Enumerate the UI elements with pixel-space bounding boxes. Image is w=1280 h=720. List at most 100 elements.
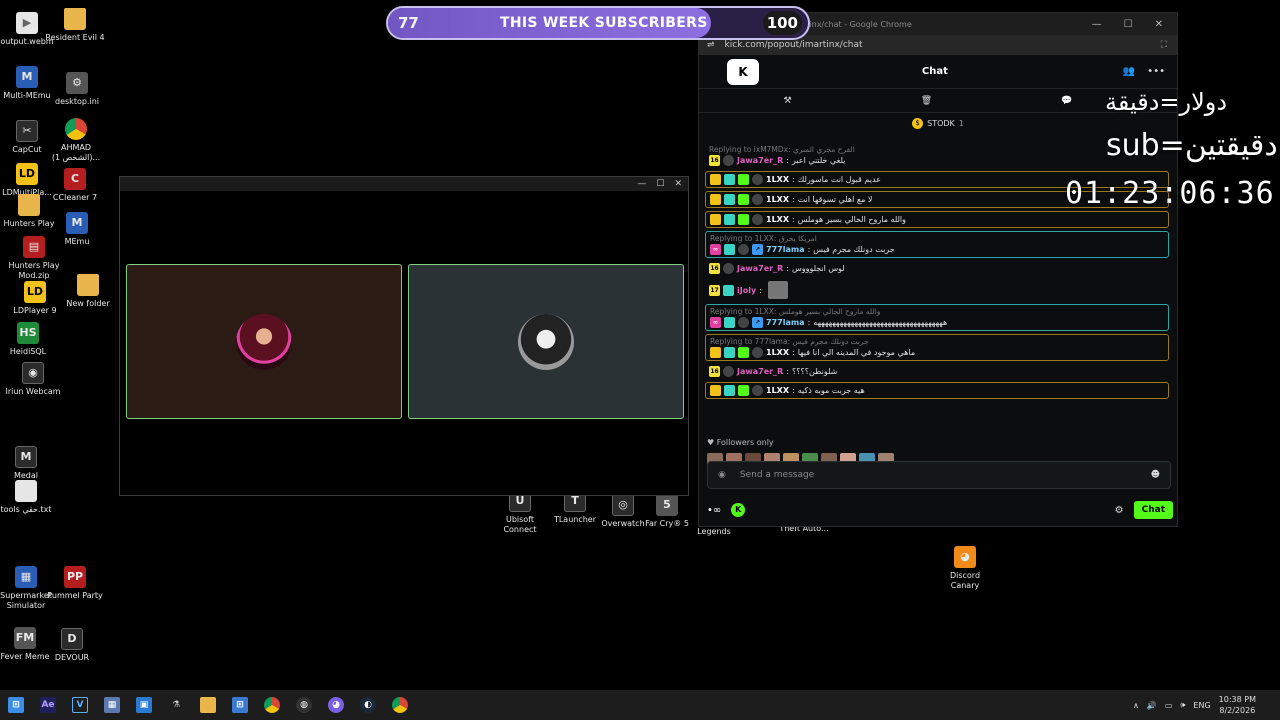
maximize-icon[interactable]: ☐ <box>1124 19 1133 30</box>
chat-text: هيه جربت موبه ذكيه <box>797 386 865 395</box>
chat-message[interactable]: Replying to 1LXX: امريكا يحرق ∞ ↗ 777lama:… <box>705 231 1169 258</box>
pink-badge-icon: ∞ <box>710 244 721 255</box>
clock-time: 10:38 PM <box>1218 695 1256 704</box>
desktop-icon-ldplayer[interactable]: LD LDPlayer 9 <box>5 281 65 316</box>
chat-username[interactable]: Jawa7er_R <box>737 367 783 376</box>
chat-message[interactable]: 16 Jawa7er_R: لوس انجلوووس <box>705 261 1169 276</box>
crown-badge-icon <box>710 385 721 396</box>
desktop-icon-medal[interactable]: M Medal <box>0 446 56 481</box>
network-icon[interactable]: ▭ <box>1165 701 1173 710</box>
desktop-icon-legends[interactable]: Legends <box>684 527 744 537</box>
chat-text: هههههههههههههههههههههههههههههههههههه <box>813 318 948 327</box>
gear-icon[interactable]: ⚙ <box>1115 505 1124 516</box>
input-placeholder[interactable]: Send a message <box>740 470 814 480</box>
subscriber-badge: 16 <box>709 155 720 166</box>
discord-icon: ◕ <box>328 697 344 713</box>
desktop-icon-ahmad[interactable]: AHMAD (الشخص 1)... <box>46 118 106 163</box>
url-text[interactable]: kick.com/popout/imartinx/chat <box>725 40 863 50</box>
wrench-icon: ⚗ <box>171 700 181 710</box>
desktop-icon-pummel[interactable]: PP Pummel Party <box>45 566 105 601</box>
desktop-icon-heidisql[interactable]: HS HeidiSQL <box>0 322 58 357</box>
desktop-icon-farcry[interactable]: 5 Far Cry® 5 <box>637 494 697 529</box>
subscriber-badge: 16 <box>709 366 720 377</box>
chat-username[interactable]: 1LXX <box>766 386 789 395</box>
taskbar-window[interactable]: ▣ <box>128 690 160 720</box>
speaker-icon[interactable]: 🕪 <box>1180 700 1185 710</box>
clock[interactable]: 10:38 PM 8/2/2026 <box>1219 694 1256 716</box>
chat-message[interactable]: Replying to ixM7MDx: الفرح مجري المنري 1… <box>705 143 1169 168</box>
taskbar-chrome-2[interactable] <box>384 690 416 720</box>
minimize-icon[interactable]: — <box>1092 19 1102 30</box>
desktop-icon-iriun[interactable]: ◉ Iriun Webcam <box>3 362 63 397</box>
users-icon[interactable]: 👥 <box>1123 66 1135 77</box>
hammer-icon[interactable]: ⚒ <box>784 96 792 106</box>
chat-message[interactable]: 16 Jawa7er_R: شلونطن؟؟؟؟ <box>705 364 1169 379</box>
more-options-icon[interactable]: ••• <box>1147 66 1165 77</box>
chat-username[interactable]: 1LXX <box>766 215 789 224</box>
emoji-icon[interactable]: ☻ <box>1151 470 1160 480</box>
start-button[interactable]: ⊞ <box>0 690 32 720</box>
chrome-icon <box>65 118 87 140</box>
taskbar-after-effects[interactable]: Ae <box>32 690 64 720</box>
desktop-icon-resident[interactable]: Resident Evil 4 <box>45 8 105 43</box>
chat-send-button[interactable]: Chat <box>1133 501 1173 519</box>
grid-badge-icon <box>723 284 734 296</box>
chat-message[interactable]: 1LXX: هيه جربت موبه ذكيه <box>705 382 1169 399</box>
translate-icon[interactable]: ⛶ <box>1161 40 1167 50</box>
desktop-icon-discord[interactable]: ◕ Discord Canary <box>935 546 995 591</box>
reply-context: Replying to 777lama: جربت دونلك مجرم فيس <box>710 337 869 346</box>
chat-username[interactable]: 1LXX <box>766 175 789 184</box>
close-icon[interactable]: ✕ <box>1155 19 1163 30</box>
desktop-icon-memu[interactable]: M MEmu <box>47 212 107 247</box>
taskbar-tool[interactable]: ⚗ <box>160 690 192 720</box>
crown-badge-icon <box>710 174 721 185</box>
chevron-up-icon[interactable]: ∧ <box>1133 701 1139 710</box>
chat-message[interactable]: Replying to 777lama: جربت دونلك مجرم فيس… <box>705 334 1169 361</box>
maximize-icon[interactable]: ☐ <box>656 179 664 189</box>
chat-message[interactable]: Replying to 1LXX: والله ماروح الحالي بسي… <box>705 304 1169 331</box>
kick-rewards-icon[interactable]: K <box>731 503 746 517</box>
user-avatar <box>738 244 749 255</box>
fever-meme-icon: FM <box>14 627 36 649</box>
chat-username[interactable]: Jawa7er_R <box>737 156 783 165</box>
taskbar-obs[interactable]: ◍ <box>288 690 320 720</box>
language-indicator[interactable]: ENG <box>1193 701 1210 710</box>
chat-username[interactable]: 1LXX <box>766 195 789 204</box>
chat-username[interactable]: 777lama <box>766 318 805 327</box>
chrome-icon <box>264 697 280 713</box>
desktop-icon-newfolder[interactable]: New folder <box>58 274 118 309</box>
minimize-icon[interactable]: — <box>637 179 646 189</box>
chat-title: Chat <box>921 66 948 77</box>
chat-username[interactable]: iJoly <box>737 286 756 295</box>
devour-icon: D <box>61 628 83 650</box>
desktop-icon-ccleaner[interactable]: C CCleaner 7 <box>45 168 105 203</box>
taskbar-discord[interactable]: ◕ <box>320 690 352 720</box>
chat-text: شلونطن؟؟؟؟ <box>791 367 838 376</box>
participant-tile-2[interactable] <box>408 264 684 419</box>
taskbar-steam[interactable]: ◐ <box>352 690 384 720</box>
participant-tile-1[interactable] <box>126 264 402 419</box>
taskbar-store[interactable]: ⊞ <box>224 690 256 720</box>
chat-username[interactable]: Jawa7er_R <box>737 264 783 273</box>
chat-username[interactable]: 777lama <box>766 245 805 254</box>
chat-message[interactable]: 17 iJoly: <box>705 279 1169 301</box>
message-input[interactable]: ◉ Send a message ☻ <box>707 461 1171 489</box>
kicks-icon[interactable]: •∞ <box>707 505 721 516</box>
chat-message[interactable]: 1LXX: والله ماروح الحالي بسير هوملس <box>705 211 1169 228</box>
chat-bubble-icon[interactable]: 💬 <box>1061 96 1072 106</box>
grid-badge-icon <box>724 347 735 358</box>
desktop-icon-ubisoft[interactable]: U Ubisoft Connect <box>490 490 550 535</box>
volume-icon[interactable]: 🔊 <box>1147 701 1157 710</box>
desktop-icon-desktopini[interactable]: ⚙ desktop.ini <box>47 72 107 107</box>
taskbar-chrome[interactable] <box>256 690 288 720</box>
goal-title: THIS WEEK SUBSCRIBERS <box>500 15 708 31</box>
chat-username[interactable]: 1LXX <box>766 348 789 357</box>
taskbar-file-explorer[interactable] <box>192 690 224 720</box>
desktop-icon-devour[interactable]: D DEVOUR <box>42 628 102 663</box>
trash-icon[interactable]: 🗑 <box>921 96 932 106</box>
site-info-icon[interactable]: ⇌ <box>707 40 715 50</box>
desktop-icon-tools[interactable]: tools حقي.txt <box>0 480 56 515</box>
taskbar-calculator[interactable]: ▦ <box>96 690 128 720</box>
close-icon[interactable]: ✕ <box>674 179 682 189</box>
taskbar-app-v[interactable]: V <box>64 690 96 720</box>
